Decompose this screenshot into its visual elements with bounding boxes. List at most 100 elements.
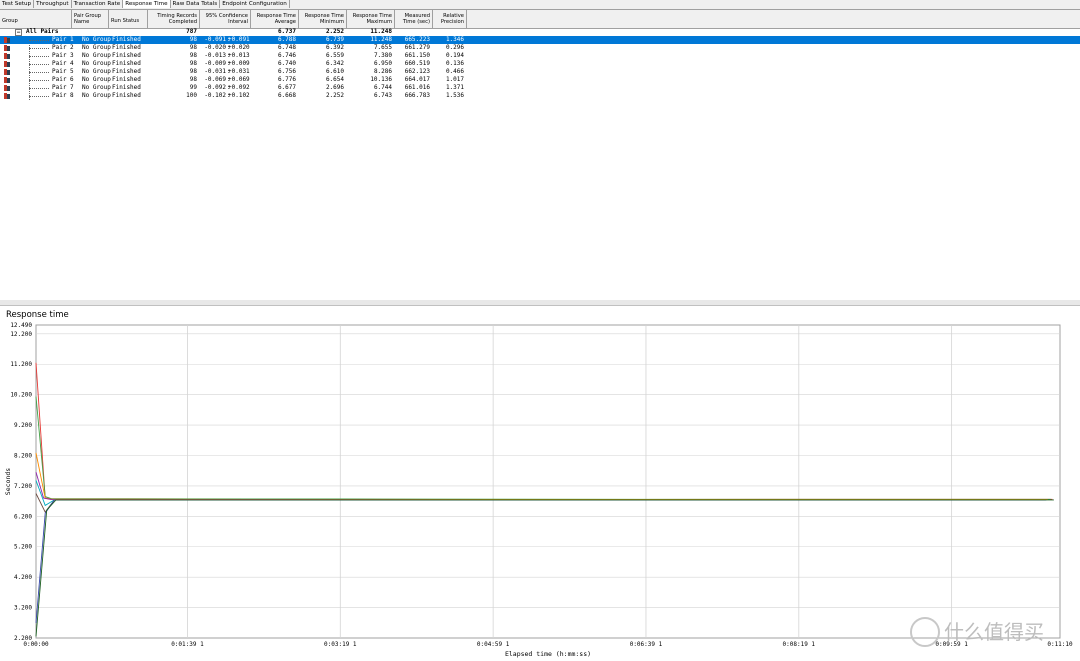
x-tick-label: 0:06:39 1 [630, 641, 663, 648]
pair-name: Pair 7 [52, 84, 74, 91]
run-status: Finished [112, 84, 141, 91]
tab-endpoint-configuration[interactable]: Endpoint Configuration [220, 0, 290, 8]
tree-branch [29, 40, 49, 41]
table-row[interactable]: Pair 7 No Group Finished 99 -0.092: +0.092 6.6… [0, 84, 1080, 92]
response-time-average: 6.677 [277, 84, 296, 91]
x-tick-label: 0:04:59 1 [477, 641, 510, 648]
relative-precision: 1.346 [445, 36, 464, 43]
tab-transaction-rate[interactable]: Transaction Rate [72, 0, 124, 8]
column-header-confidence-interval[interactable]: 95% Confidence Interval [200, 10, 251, 28]
confidence-high: +0.092 [228, 84, 250, 91]
tree-branch [29, 80, 49, 81]
column-header-response-time-minimum[interactable]: Response Time Minimum [299, 10, 347, 28]
plot-area [35, 324, 1061, 639]
y-tick-label: 8.200 [14, 452, 32, 459]
timing-records: 99 [189, 84, 197, 91]
response-time-maximum: 7.380 [373, 52, 392, 59]
measured-time: 661.150 [404, 52, 430, 59]
column-header-run-status[interactable]: Run Status [109, 10, 148, 28]
tab-raw-data-totals[interactable]: Raw Data Totals [171, 0, 221, 8]
run-status: Finished [112, 36, 141, 43]
measured-time: 661.016 [404, 84, 430, 91]
measured-time: 664.017 [404, 76, 430, 83]
pair-icon [4, 37, 10, 43]
table-row[interactable]: Pair 6 No Group Finished 98 -0.069: +0.069 6.7… [0, 76, 1080, 84]
tab-response-time[interactable]: Response Time [123, 0, 171, 8]
y-tick-label: 12.200 [10, 331, 32, 338]
timing-records: 98 [189, 36, 197, 43]
x-tick-label: 0:03:19 1 [324, 641, 357, 648]
pair-name: Pair 8 [52, 92, 74, 99]
tree-branch [29, 64, 49, 65]
summary-label: All Pairs [26, 28, 59, 35]
response-time-average: 6.746 [277, 52, 296, 59]
x-tick-label: 0:00:00 [23, 641, 49, 648]
collapse-icon[interactable]: − [15, 29, 22, 36]
column-header-relative-precision[interactable]: Relative Precision [433, 10, 467, 28]
table-row[interactable]: Pair 2 No Group Finished 98 -0.020: +0.020 6.7… [0, 44, 1080, 52]
response-time-maximum: 7.655 [373, 44, 392, 51]
response-time-maximum: 11.248 [370, 36, 392, 43]
response-time-minimum: 2.696 [325, 84, 344, 91]
relative-precision: 0.466 [445, 68, 464, 75]
summary-maximum: 11.248 [370, 28, 392, 35]
response-time-minimum: 6.610 [325, 68, 344, 75]
response-time-chart: Response time 12.490 12.200 11.200 10.200 9.… [0, 306, 1080, 661]
summary-minimum: 2.252 [325, 28, 344, 35]
pair-group: No Group [82, 92, 111, 99]
pair-group: No Group [82, 76, 111, 83]
response-time-maximum: 6.744 [373, 84, 392, 91]
measured-time: 665.223 [404, 36, 430, 43]
confidence-low: -0.020 [204, 44, 226, 51]
run-status: Finished [112, 92, 141, 99]
confidence-high: +0.091 [228, 36, 250, 43]
tree-branch [29, 48, 49, 49]
summary-average: 6.737 [277, 28, 296, 35]
response-time-average: 6.668 [277, 92, 296, 99]
table-row[interactable]: Pair 3 No Group Finished 98 -0.013: +0.013 6.7… [0, 52, 1080, 60]
x-tick-label: 0:01:39 1 [171, 641, 204, 648]
y-tick-label: 11.200 [10, 361, 32, 368]
column-header-response-time-maximum[interactable]: Response Time Maximum [347, 10, 395, 28]
y-tick-label: 7.200 [14, 483, 32, 490]
pair-group: No Group [82, 44, 111, 51]
tree-branch [29, 72, 49, 73]
response-time-average: 6.748 [277, 44, 296, 51]
column-header-group[interactable]: Group [0, 10, 72, 28]
tab-throughput[interactable]: Throughput [34, 0, 72, 8]
pair-name: Pair 2 [52, 44, 74, 51]
table-row[interactable]: Pair 4 No Group Finished 98 -0.009: +0.009 6.7… [0, 60, 1080, 68]
results-table: Group Pair Group Name Run Status Timing … [0, 10, 1080, 310]
y-tick-label: 10.200 [10, 392, 32, 399]
run-status: Finished [112, 60, 141, 67]
column-header-pair-group-name[interactable]: Pair Group Name [72, 10, 109, 28]
x-axis-label: Elapsed time (h:mm:ss) [505, 650, 591, 658]
pair-icon [4, 45, 10, 51]
summary-records: 787 [186, 28, 197, 35]
run-status: Finished [112, 52, 141, 59]
response-time-maximum: 10.136 [370, 76, 392, 83]
table-row[interactable]: Pair 5 No Group Finished 98 -0.031: +0.031 6.7… [0, 68, 1080, 76]
confidence-low: -0.102 [204, 92, 226, 99]
column-header-timing-records[interactable]: Timing Records Completed [148, 10, 200, 28]
run-status: Finished [112, 44, 141, 51]
relative-precision: 1.371 [445, 84, 464, 91]
tab-test-setup[interactable]: Test Setup [0, 0, 35, 8]
confidence-low: -0.009 [204, 60, 226, 67]
pair-group: No Group [82, 84, 111, 91]
relative-precision: 1.536 [445, 92, 464, 99]
pair-group: No Group [82, 52, 111, 59]
pair-name: Pair 4 [52, 60, 74, 67]
response-time-average: 6.756 [277, 68, 296, 75]
column-header-response-time-average[interactable]: Response Time Average [251, 10, 299, 28]
response-time-average: 6.776 [277, 76, 296, 83]
response-time-maximum: 6.950 [373, 60, 392, 67]
column-header-measured-time[interactable]: Measured Time (sec) [395, 10, 433, 28]
table-row[interactable]: Pair 8 No Group Finished 100 -0.102: +0.102 6.… [0, 92, 1080, 100]
y-tick-label: 5.200 [14, 544, 32, 551]
summary-row[interactable]: − All Pairs 787 6.737 2.252 11.248 [0, 28, 1080, 36]
confidence-high: +0.102 [228, 92, 250, 99]
response-time-average: 6.740 [277, 60, 296, 67]
timing-records: 98 [189, 68, 197, 75]
table-row[interactable]: Pair 1 No Group Finished 98 -0.091: +0.091 6.7… [0, 36, 1080, 44]
